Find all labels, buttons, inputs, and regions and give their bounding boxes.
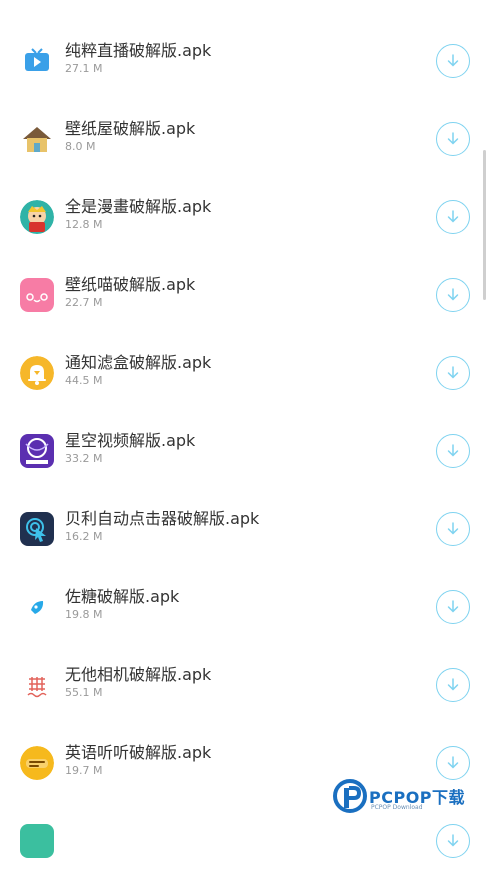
starry-sky-icon [20,434,54,468]
app-name: 壁纸屋破解版.apk [65,119,196,138]
camera-grid-icon [20,668,54,702]
list-item[interactable]: 无他相机破解版.apk 55.1 M [0,647,480,725]
app-size: 16.2 M [65,530,103,543]
download-arrow-icon [447,54,459,67]
download-arrow-icon [447,444,459,457]
download-button[interactable] [436,122,470,156]
download-button[interactable] [436,200,470,234]
app-name: 无他相机破解版.apk [65,665,212,684]
download-arrow-icon [447,522,459,535]
cat-face-icon [20,278,54,312]
app-name: 星空视频解版.apk [65,431,196,450]
scrollbar[interactable] [483,150,486,300]
app-size: 44.5 M [65,374,103,387]
download-button[interactable] [436,278,470,312]
download-arrow-icon [447,834,459,847]
app-size: 19.7 M [65,764,103,777]
app-size: 33.2 M [65,452,103,465]
list-item[interactable]: 通知滤盒破解版.apk 44.5 M [0,335,480,413]
app-name: 贝利自动点击器破解版.apk [65,509,260,528]
english-icon [20,746,54,780]
list-item[interactable]: 贝利自动点击器破解版.apk 16.2 M [0,491,480,569]
app-size: 27.1 M [65,62,103,75]
app-size: 22.7 M [65,296,103,309]
app-icon [20,824,54,858]
app-size: 8.0 M [65,140,96,153]
download-arrow-icon [447,678,459,691]
manga-icon [20,200,54,234]
download-button[interactable] [436,44,470,78]
house-icon [20,122,54,156]
download-arrow-icon [447,366,459,379]
list-item[interactable]: 佐糖破解版.apk 19.8 M [0,569,480,647]
brush-icon [20,590,54,624]
app-name: 佐糖破解版.apk [65,587,180,606]
download-button[interactable] [436,434,470,468]
app-name: 通知滤盒破解版.apk [65,353,212,372]
download-button[interactable] [436,824,470,858]
download-button[interactable] [436,668,470,702]
download-arrow-icon [447,756,459,769]
list-item[interactable]: 纯粹直播破解版.apk 27.1 M [0,23,480,101]
tap-icon [20,512,54,546]
app-size: 12.8 M [65,218,103,231]
list-item[interactable]: 全是漫畫破解版.apk 12.8 M [0,179,480,257]
watermark-subtitle: PCPOP Download [371,804,423,811]
download-arrow-icon [447,132,459,145]
download-button[interactable] [436,590,470,624]
download-button[interactable] [436,512,470,546]
tv-icon [20,44,54,78]
list-item[interactable]: 壁纸屋破解版.apk 8.0 M [0,101,480,179]
list-item-partial-top[interactable] [0,0,480,13]
app-name: 纯粹直播破解版.apk [65,41,212,60]
app-name: 全是漫畫破解版.apk [65,197,212,216]
download-button[interactable] [436,746,470,780]
download-button[interactable] [436,356,470,390]
watermark: PCPOP下载 PCPOP Download [333,776,485,818]
download-arrow-icon [447,288,459,301]
list-item[interactable]: 星空视频解版.apk 33.2 M [0,413,480,491]
pcpop-logo-icon [333,779,367,813]
bell-icon [20,356,54,390]
app-name: 壁纸喵破解版.apk [65,275,196,294]
download-arrow-icon [447,600,459,613]
download-arrow-icon [447,210,459,223]
app-size: 19.8 M [65,608,103,621]
app-name: 英语听听破解版.apk [65,743,212,762]
app-size: 55.1 M [65,686,103,699]
list-item[interactable]: 壁纸喵破解版.apk 22.7 M [0,257,480,335]
